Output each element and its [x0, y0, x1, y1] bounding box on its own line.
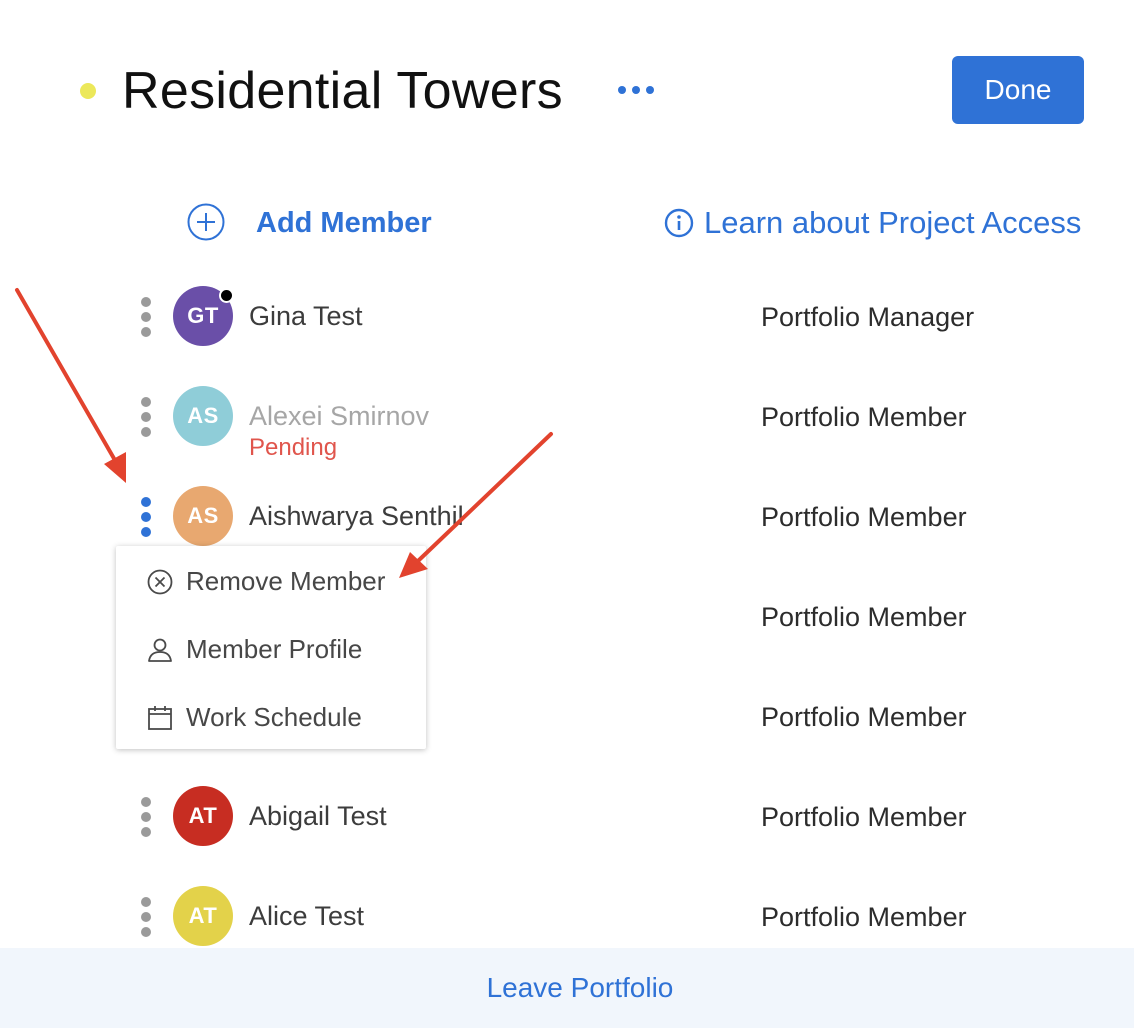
menu-item-label: Remove Member [186, 566, 386, 596]
member-name: Alexei Smirnov [249, 401, 430, 431]
remove-member-menu-item[interactable]: Remove Member [116, 546, 426, 614]
done-button[interactable]: Done [952, 56, 1084, 124]
avatar: AT [173, 886, 233, 946]
menu-item-label: Work Schedule [186, 702, 362, 732]
member-role: Portfolio Member [761, 602, 967, 632]
remove-circle-icon [147, 569, 173, 595]
menu-item-label: Member Profile [186, 634, 363, 664]
status-dot [80, 83, 96, 99]
member-row: AT Abigail Test Portfolio Member [0, 766, 1134, 866]
pending-status: Pending [249, 434, 338, 461]
plus-circle-icon[interactable] [187, 203, 225, 241]
avatar: AT [173, 786, 233, 846]
member-name: Alice Test [249, 901, 365, 931]
member-role: Portfolio Manager [761, 302, 975, 332]
member-name: Aishwarya Senthil [249, 501, 464, 531]
leave-portfolio-button[interactable]: Leave Portfolio [0, 948, 1134, 1028]
member-name: Abigail Test [249, 801, 387, 831]
user-icon [148, 638, 172, 662]
calendar-icon [148, 706, 172, 730]
member-row: AS Alexei Smirnov Pending Portfolio Memb… [0, 366, 1134, 466]
member-profile-menu-item[interactable]: Member Profile [116, 614, 426, 682]
more-horizontal-icon[interactable] [618, 80, 658, 100]
member-role: Portfolio Member [761, 802, 967, 832]
learn-project-access-link[interactable]: Learn about Project Access [704, 204, 1081, 242]
kebab-menu-icon[interactable] [138, 297, 154, 337]
kebab-menu-icon[interactable] [138, 397, 154, 437]
member-role: Portfolio Member [761, 502, 967, 532]
member-context-menu: Remove Member Member Profile Work Schedu… [116, 546, 426, 749]
member-role: Portfolio Member [761, 902, 967, 932]
kebab-menu-icon[interactable] [138, 797, 154, 837]
member-row: GT Gina Test Portfolio Manager [0, 266, 1134, 366]
kebab-menu-icon[interactable] [138, 497, 154, 537]
avatar: AS [173, 486, 233, 546]
add-member-button[interactable]: Add Member [256, 204, 432, 242]
member-name: Gina Test [249, 301, 363, 331]
member-role: Portfolio Member [761, 702, 967, 732]
online-indicator [219, 288, 234, 303]
member-role: Portfolio Member [761, 402, 967, 432]
footer-bar: Leave Portfolio [0, 948, 1134, 1028]
info-circle-icon[interactable] [664, 208, 694, 238]
kebab-menu-icon[interactable] [138, 897, 154, 937]
page-title: Residential Towers [122, 62, 563, 120]
avatar: AS [173, 386, 233, 446]
work-schedule-menu-item[interactable]: Work Schedule [116, 682, 426, 750]
